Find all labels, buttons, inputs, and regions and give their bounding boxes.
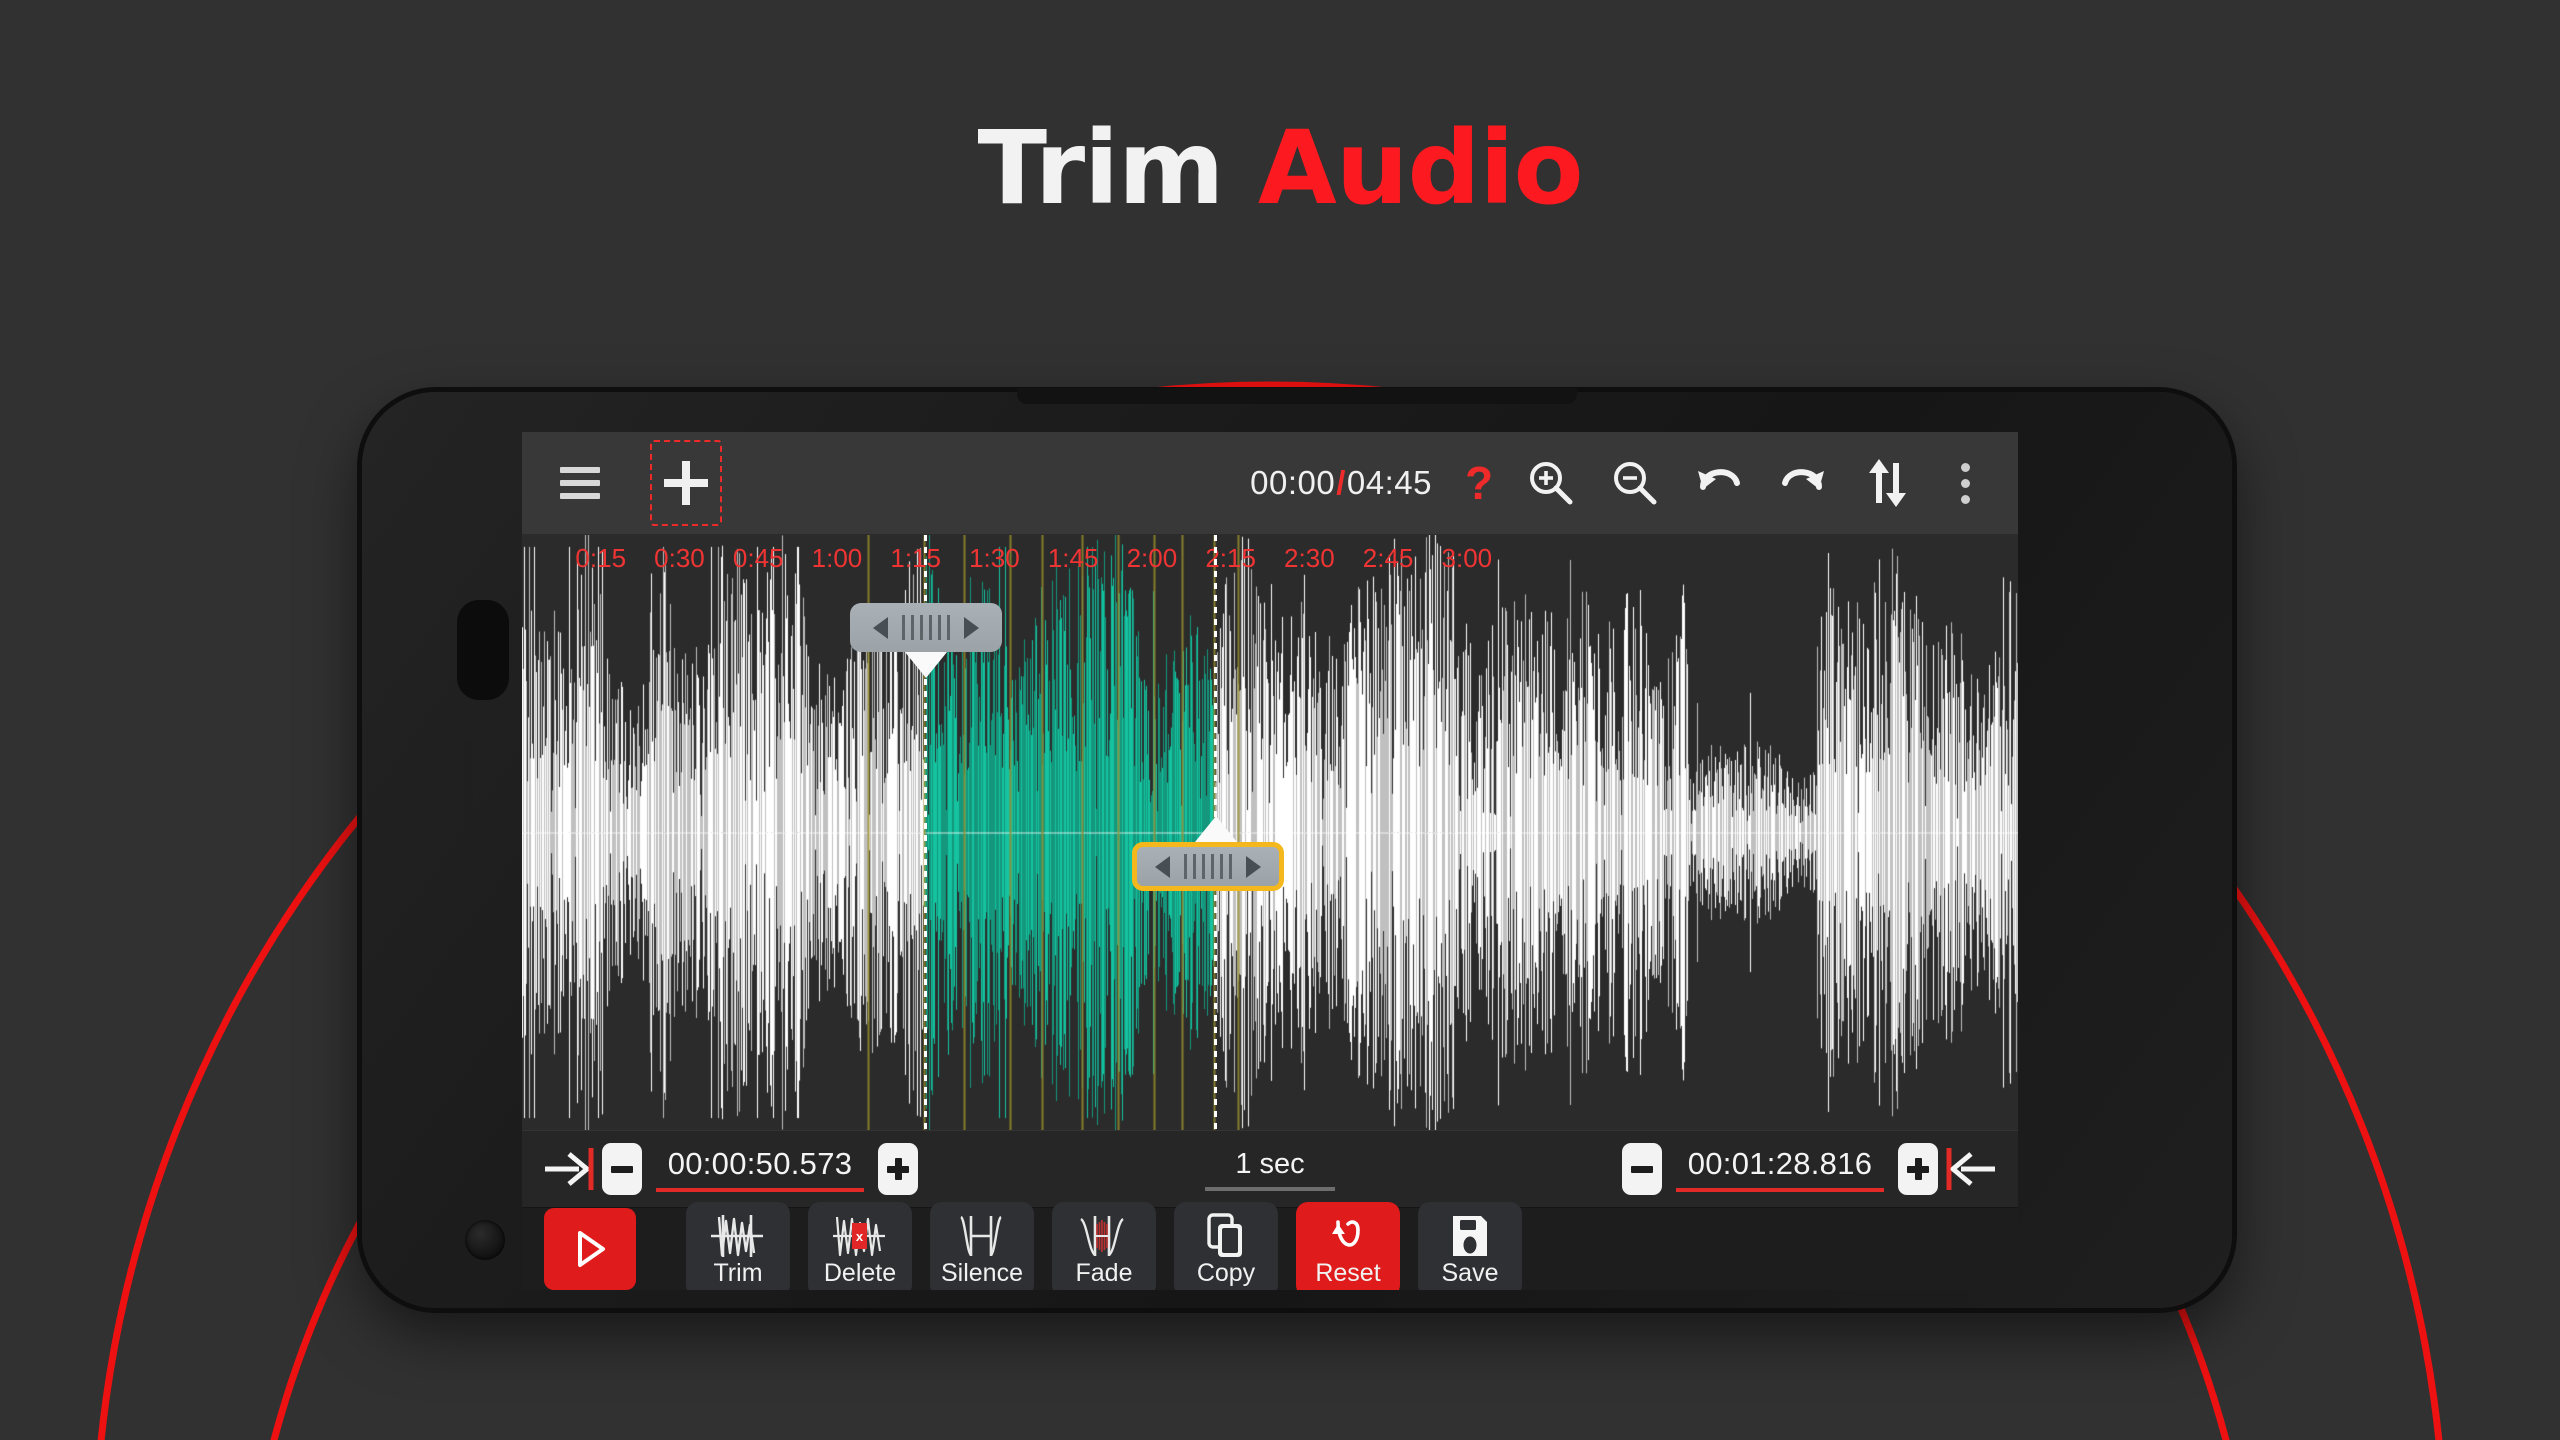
save-button[interactable]: Save [1418, 1201, 1522, 1290]
tool-label: Save [1441, 1258, 1499, 1287]
handle-left-arrow-icon [1155, 855, 1170, 878]
redo-arrow-icon[interactable] [1764, 444, 1842, 522]
copy-button[interactable]: Copy [1174, 1201, 1278, 1290]
total-time: 04:45 [1346, 464, 1432, 501]
delete-waveform-icon: x [827, 1213, 893, 1259]
hamburger-bar [560, 467, 600, 473]
end-selection-handle[interactable] [1132, 842, 1284, 891]
tool-label: Delete [823, 1258, 897, 1287]
undo-glyph [1698, 469, 1740, 490]
start-selection-handle[interactable] [850, 603, 1002, 652]
help-label: ? [1464, 457, 1494, 509]
decrease-start-time-button[interactable] [602, 1143, 642, 1195]
handle-grip-icon [902, 615, 950, 640]
handle-grip-icon [1184, 854, 1232, 879]
start-time-field[interactable]: 00:00:50.573 [656, 1146, 864, 1192]
start-handle-pointer [905, 652, 947, 678]
zoom-in-glyph [1530, 462, 1573, 505]
sort-glyph [1869, 459, 1906, 507]
phone-camera-lens [465, 1220, 505, 1260]
page-title-white: Trim [977, 109, 1258, 228]
decrease-end-time-button[interactable] [1622, 1143, 1663, 1195]
magnifier-plus-icon[interactable] [1512, 444, 1590, 522]
plus-icon [1907, 1158, 1930, 1180]
hamburger-bar [560, 493, 600, 499]
floppy-disk-icon [1447, 1213, 1493, 1259]
zoom-out-glyph [1614, 462, 1657, 505]
current-time: 00:00 [1250, 464, 1336, 501]
app-top-toolbar: 00:00/04:45 ? [522, 432, 2018, 535]
waveform-editor[interactable]: 0:15 0:30 0:45 1:00 1:15 1:30 1:45 2:00 2:15 2:30… [522, 535, 2018, 1130]
end-time-field[interactable]: 00:01:28.816 [1676, 1146, 1885, 1192]
audio-waveform[interactable] [522, 535, 2018, 1130]
reset-loop-arrow-icon [1325, 1213, 1371, 1259]
menu-dot [1960, 462, 1970, 472]
minus-icon [1631, 1165, 1654, 1173]
trim-waveform-icon [705, 1213, 771, 1259]
magnifier-minus-icon[interactable] [1596, 444, 1674, 522]
fade-button[interactable]: Fade [1052, 1201, 1156, 1290]
undo-arrow-icon[interactable] [1680, 444, 1758, 522]
jump-to-start-icon[interactable] [540, 1146, 602, 1192]
minus-icon [611, 1165, 633, 1173]
time-control-row: 00:00:50.573 1 sec 00:01:28.816 [522, 1130, 2018, 1208]
phone-earpiece-speaker [464, 740, 473, 916]
reset-button[interactable]: Reset [1296, 1201, 1400, 1290]
time-display: 00:00/04:45 [1250, 464, 1432, 502]
jump-to-end-icon[interactable] [1938, 1146, 2000, 1192]
tool-label: Fade [1075, 1258, 1133, 1287]
delete-button[interactable]: x Delete [808, 1201, 912, 1290]
app-screen: 00:00/04:45 ? 0:15 0:30 0:45 1:00 1:15 1… [522, 432, 2018, 1290]
up-down-arrows-icon[interactable] [1848, 444, 1926, 522]
tool-label: Trim [713, 1258, 763, 1287]
handle-right-arrow-icon [964, 616, 979, 639]
three-dot-menu-icon[interactable] [1936, 462, 1994, 504]
redo-glyph [1782, 469, 1824, 490]
increase-start-time-button[interactable] [878, 1143, 918, 1195]
time-separator: / [1336, 464, 1346, 501]
svg-text:x: x [856, 1229, 864, 1244]
end-handle-pointer [1195, 816, 1237, 842]
phone-front-camera [457, 600, 509, 700]
plus-icon [887, 1158, 909, 1180]
add-track-button[interactable] [650, 440, 722, 526]
jump-start-glyph [545, 1148, 594, 1190]
play-triangle-icon [578, 1231, 605, 1267]
copy-pages-icon [1203, 1212, 1249, 1259]
tool-label: Reset [1315, 1258, 1381, 1287]
handle-right-arrow-icon [1246, 855, 1261, 878]
app-bottom-toolbar: Trim x Delete Silence Fade Copy Reset Sa… [522, 1201, 2018, 1290]
silence-waveform-icon [949, 1213, 1015, 1259]
menu-dot [1960, 494, 1970, 504]
hamburger-menu-icon[interactable] [552, 455, 608, 511]
menu-dot [1960, 478, 1970, 488]
hamburger-bar [560, 480, 600, 486]
step-size-field[interactable]: 1 sec [1205, 1148, 1335, 1191]
increase-end-time-button[interactable] [1898, 1143, 1939, 1195]
tool-label: Copy [1196, 1258, 1256, 1287]
page-title-red: Audio [1257, 109, 1584, 228]
jump-end-glyph [1946, 1148, 1996, 1190]
tool-label: Silence [941, 1258, 1023, 1287]
help-question-icon[interactable]: ? [1452, 453, 1506, 513]
plus-icon [664, 461, 708, 505]
silence-button[interactable]: Silence [930, 1201, 1034, 1290]
page-title: Trim Audio [0, 118, 2560, 220]
trim-button[interactable]: Trim [686, 1201, 790, 1290]
handle-left-arrow-icon [873, 616, 888, 639]
phone-top-notch [1017, 388, 1577, 404]
play-button[interactable] [544, 1208, 636, 1290]
fade-waveform-icon [1071, 1213, 1137, 1259]
